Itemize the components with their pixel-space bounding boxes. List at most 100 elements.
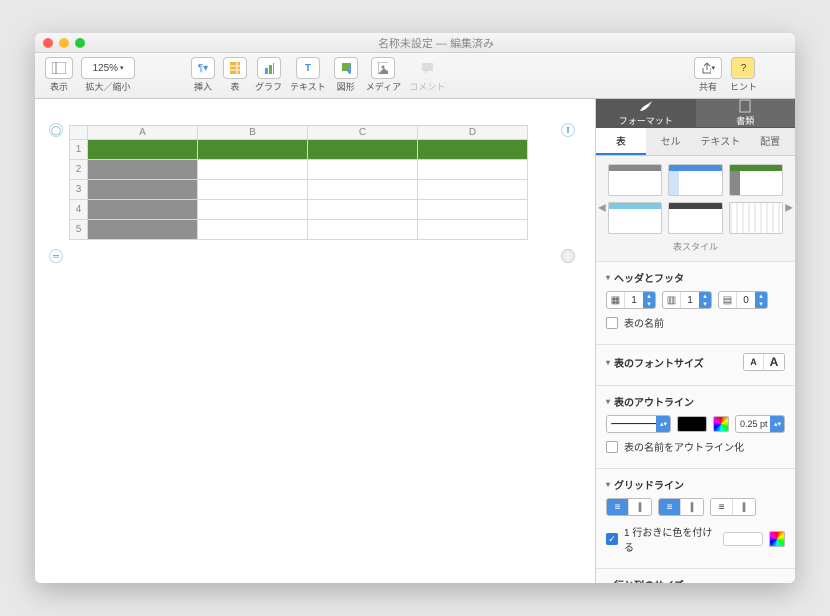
- insert-button[interactable]: ¶▾: [191, 57, 215, 79]
- table-button[interactable]: [223, 57, 247, 79]
- cell[interactable]: [418, 180, 528, 200]
- row-header-5[interactable]: 5: [70, 220, 88, 240]
- zoom-button[interactable]: [75, 38, 85, 48]
- outline-style-select[interactable]: ▴▾: [606, 415, 671, 433]
- document-tab[interactable]: 書類: [696, 99, 796, 127]
- subtab-arrange[interactable]: 配置: [745, 128, 795, 155]
- outline-color-well[interactable]: [677, 416, 707, 432]
- share-button[interactable]: ▾: [694, 57, 722, 79]
- header-row-icon: ▦: [607, 292, 625, 308]
- grid-v-icon[interactable]: ∥: [681, 499, 703, 515]
- alt-rows-checkbox[interactable]: ✓: [606, 533, 618, 545]
- subtab-table[interactable]: 表: [596, 128, 646, 155]
- cell[interactable]: [308, 180, 418, 200]
- styles-prev[interactable]: ◀: [598, 202, 606, 213]
- cell[interactable]: [198, 180, 308, 200]
- style-chip[interactable]: [729, 202, 783, 234]
- styles-next[interactable]: ▶: [785, 202, 793, 213]
- cell[interactable]: [88, 140, 198, 160]
- chart-label: グラフ: [255, 80, 282, 93]
- table-name-label: 表の名前: [624, 315, 664, 330]
- table-handle-resize[interactable]: [561, 249, 575, 263]
- spreadsheet-table[interactable]: A B C D 1 2 3 4 5: [69, 125, 528, 240]
- outline-name-checkbox[interactable]: [606, 441, 618, 453]
- cell[interactable]: [418, 220, 528, 240]
- section-row-col-size[interactable]: 行と列のサイズ: [596, 569, 795, 583]
- row-header-1[interactable]: 1: [70, 140, 88, 160]
- cell[interactable]: [198, 140, 308, 160]
- font-size-buttons[interactable]: AA: [743, 353, 785, 371]
- view-button[interactable]: [45, 57, 73, 79]
- subtab-cell[interactable]: セル: [646, 128, 696, 155]
- style-chip[interactable]: [608, 202, 662, 234]
- shape-label: 図形: [337, 80, 355, 93]
- outline-width-select[interactable]: 0.25 pt▴▾: [735, 415, 785, 433]
- shape-button[interactable]: [334, 57, 358, 79]
- grid-h-icon[interactable]: ≡: [659, 499, 681, 515]
- font-smaller[interactable]: A: [744, 354, 764, 370]
- alt-color-picker[interactable]: [769, 531, 785, 547]
- col-header-c[interactable]: C: [308, 126, 418, 140]
- alt-color-well[interactable]: [723, 532, 763, 546]
- share-label: 共有: [699, 80, 717, 93]
- row-header-2[interactable]: 2: [70, 160, 88, 180]
- close-button[interactable]: [43, 38, 53, 48]
- hint-button[interactable]: ?: [731, 57, 755, 79]
- gridlines-footer[interactable]: ≡∥: [710, 498, 756, 516]
- cell[interactable]: [88, 220, 198, 240]
- cell[interactable]: [198, 160, 308, 180]
- header-rows-stepper[interactable]: ▦1▴▾: [606, 291, 656, 309]
- gridlines-body[interactable]: ≡∥: [606, 498, 652, 516]
- inspector-panel: フォーマット 書類 表 セル テキスト 配置 ◀ ▶: [595, 99, 795, 583]
- content-area: ◯ ‖ ═ A B C D 1 2 3 4 5: [35, 99, 795, 583]
- font-larger[interactable]: A: [764, 354, 784, 370]
- footer-rows-stepper[interactable]: ▤0▴▾: [718, 291, 768, 309]
- style-chip[interactable]: [608, 164, 662, 196]
- insert-label: 挿入: [194, 80, 212, 93]
- minimize-button[interactable]: [59, 38, 69, 48]
- subtab-text[interactable]: テキスト: [696, 128, 746, 155]
- table-name-checkbox[interactable]: [606, 317, 618, 329]
- grid-h-icon[interactable]: ≡: [607, 499, 629, 515]
- section-header-footer: ヘッダとフッタ ▦1▴▾ ▥1▴▾ ▤0▴▾ 表の名前: [596, 262, 795, 345]
- cell[interactable]: [308, 160, 418, 180]
- cell[interactable]: [418, 160, 528, 180]
- comment-button[interactable]: [415, 57, 439, 79]
- media-button[interactable]: [371, 57, 395, 79]
- inspector-mode-tabs: フォーマット 書類: [596, 99, 795, 128]
- grid-v-icon[interactable]: ∥: [629, 499, 651, 515]
- gridlines-header[interactable]: ≡∥: [658, 498, 704, 516]
- grid-h-icon[interactable]: ≡: [711, 499, 733, 515]
- outline-color-picker[interactable]: [713, 416, 729, 432]
- chart-button[interactable]: [257, 57, 281, 79]
- cell[interactable]: [198, 200, 308, 220]
- cell[interactable]: [308, 200, 418, 220]
- row-header-4[interactable]: 4: [70, 200, 88, 220]
- text-button[interactable]: T: [296, 57, 320, 79]
- cell[interactable]: [88, 200, 198, 220]
- row-header-3[interactable]: 3: [70, 180, 88, 200]
- style-chip[interactable]: [668, 202, 722, 234]
- cell[interactable]: [308, 140, 418, 160]
- header-cols-stepper[interactable]: ▥1▴▾: [662, 291, 712, 309]
- corner-cell[interactable]: [70, 126, 88, 140]
- canvas[interactable]: ◯ ‖ ═ A B C D 1 2 3 4 5: [35, 99, 595, 583]
- table-handle-row[interactable]: ═: [49, 249, 63, 263]
- zoom-select[interactable]: 125% ▾: [81, 57, 135, 79]
- inspector-subtabs: 表 セル テキスト 配置: [596, 128, 795, 156]
- format-tab[interactable]: フォーマット: [596, 99, 696, 127]
- grid-v-icon[interactable]: ∥: [733, 499, 755, 515]
- col-header-d[interactable]: D: [418, 126, 528, 140]
- col-header-a[interactable]: A: [88, 126, 198, 140]
- col-header-b[interactable]: B: [198, 126, 308, 140]
- cell[interactable]: [88, 160, 198, 180]
- style-chip[interactable]: [668, 164, 722, 196]
- cell[interactable]: [308, 220, 418, 240]
- cell[interactable]: [418, 200, 528, 220]
- cell[interactable]: [198, 220, 308, 240]
- table-handle-col[interactable]: ‖: [561, 123, 575, 137]
- table-handle-origin[interactable]: ◯: [49, 123, 63, 137]
- style-chip[interactable]: [729, 164, 783, 196]
- cell[interactable]: [88, 180, 198, 200]
- cell[interactable]: [418, 140, 528, 160]
